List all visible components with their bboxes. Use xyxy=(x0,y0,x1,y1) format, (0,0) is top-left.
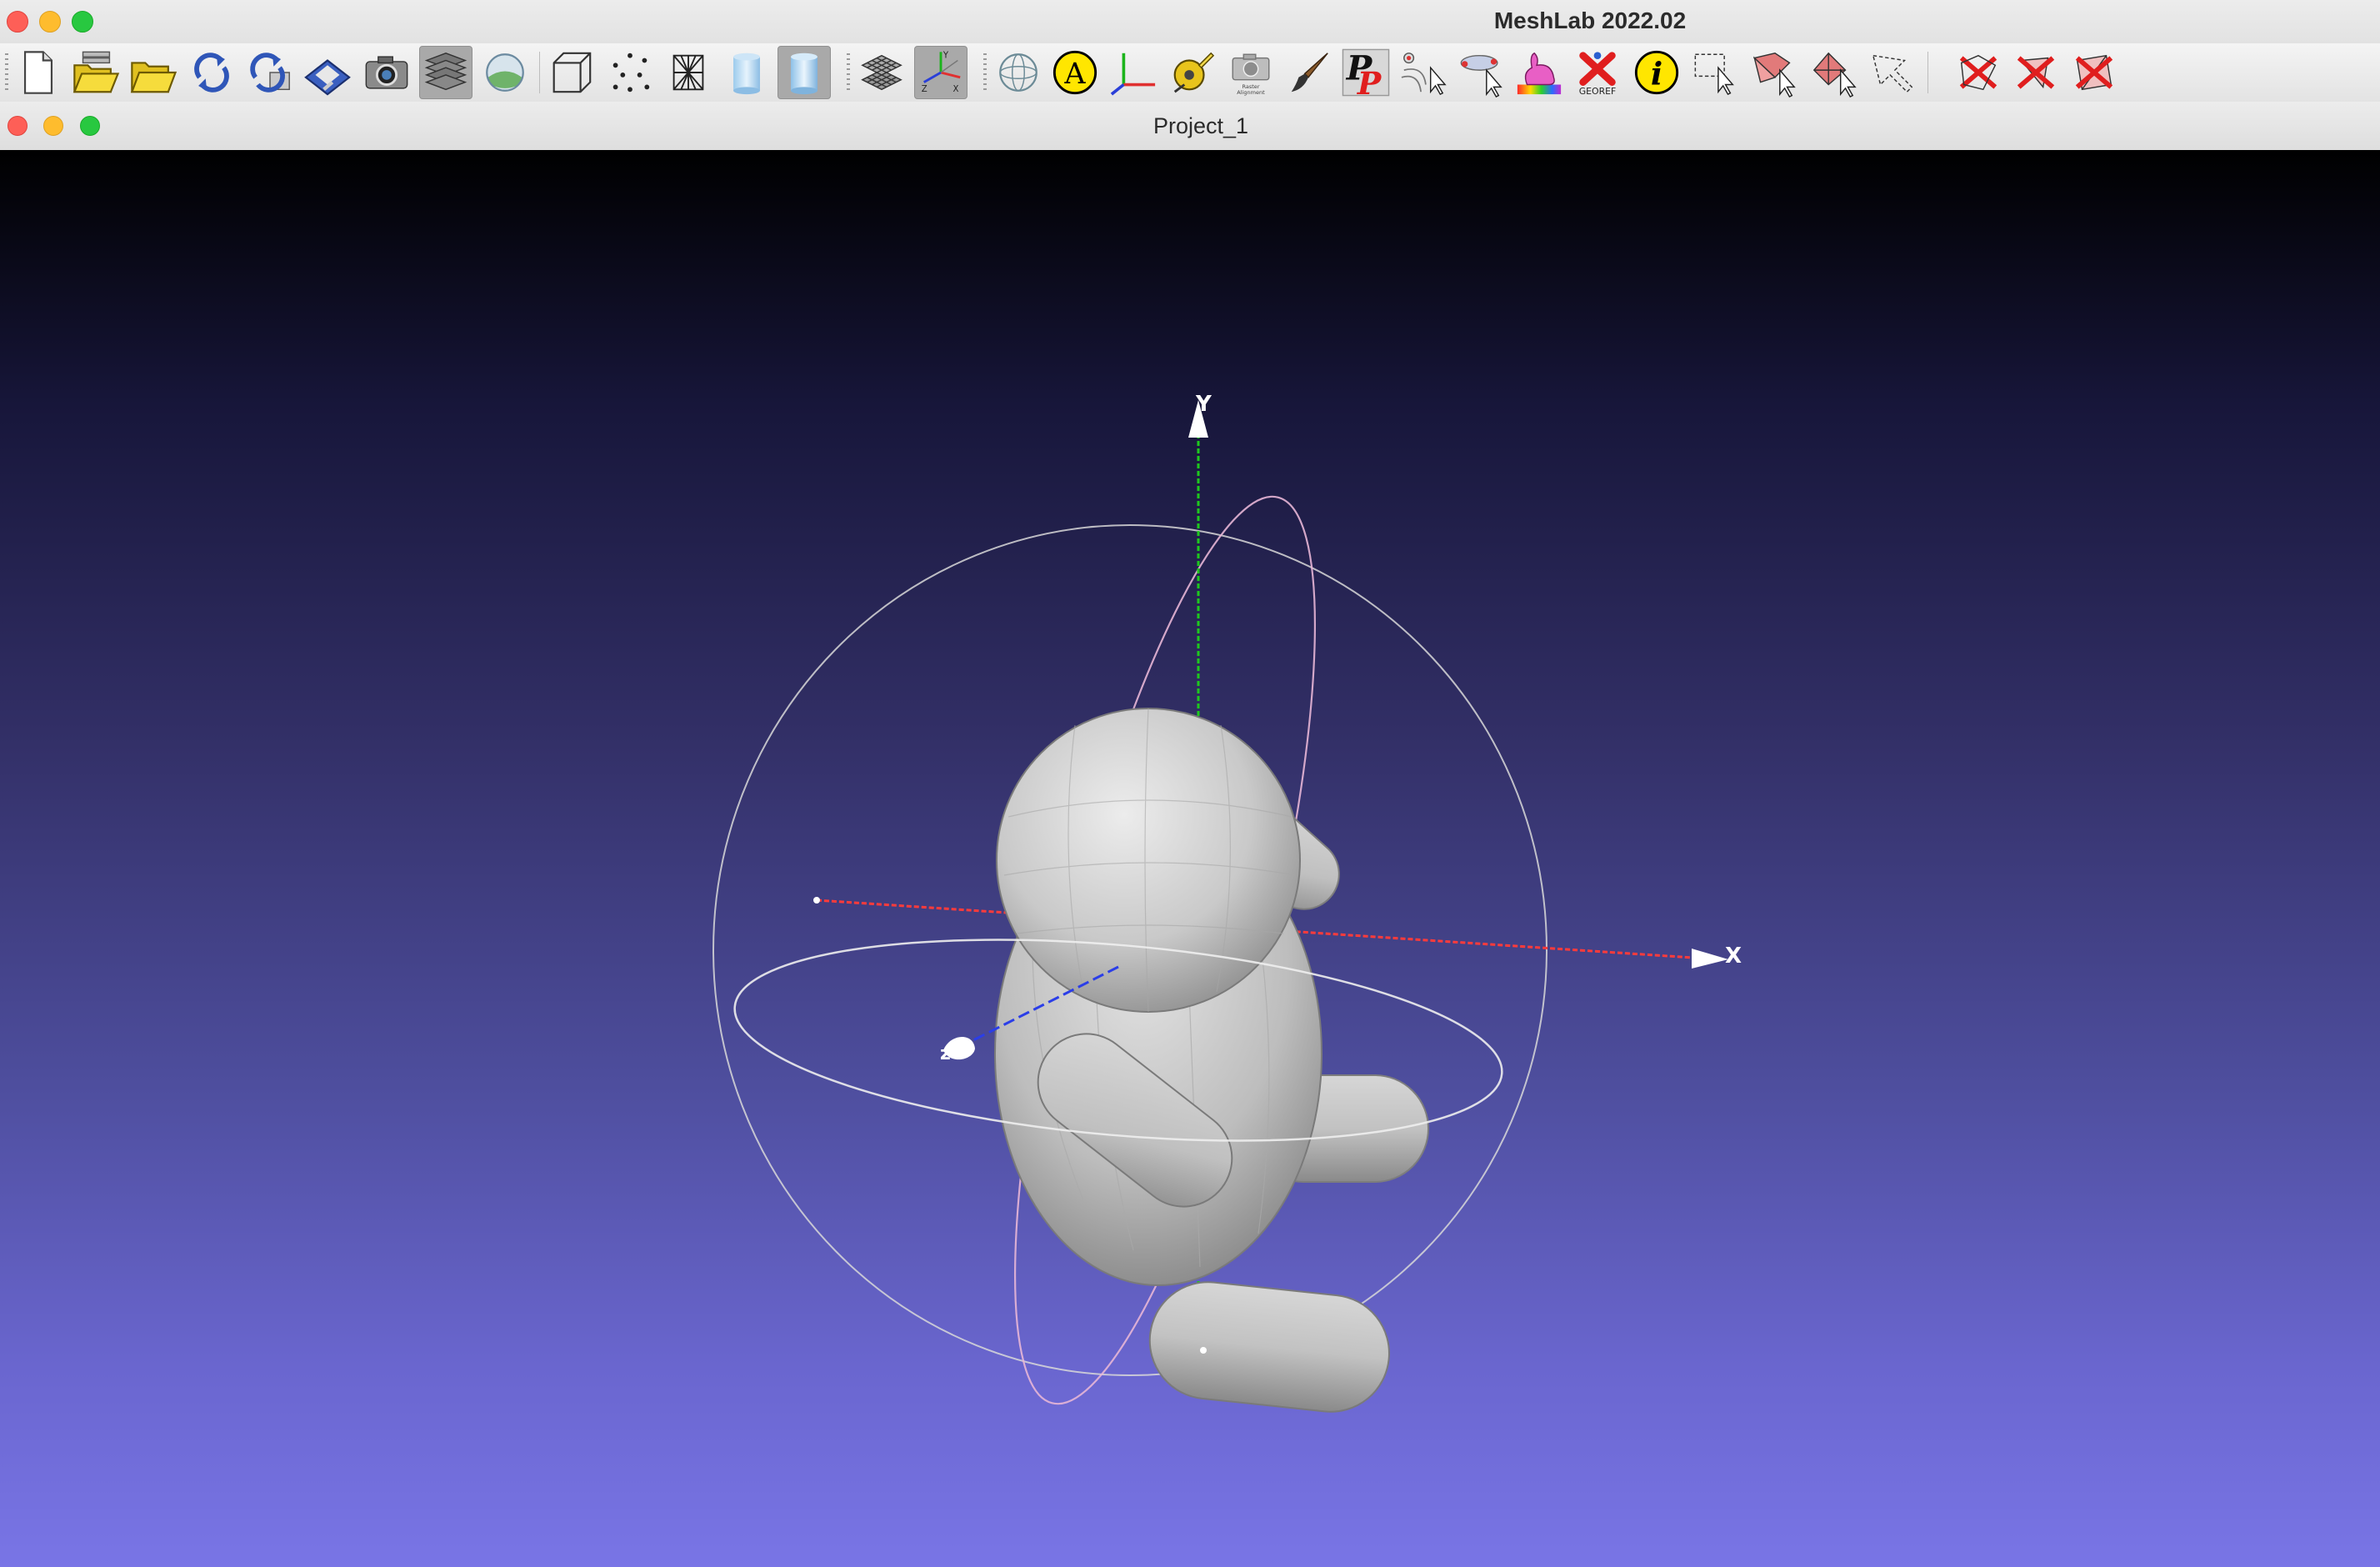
raster-alignment-button[interactable]: Raster Alignment xyxy=(1224,46,1278,99)
new-project-icon xyxy=(23,51,53,94)
grid-icon xyxy=(861,54,902,91)
sphere-button[interactable] xyxy=(992,46,1045,99)
snapshot-icon xyxy=(365,56,408,89)
meshlab-app: MeshLab 2022.02 Y Z X A Raster Alignment… xyxy=(0,0,2380,1567)
texture-bunny-button[interactable] xyxy=(1512,46,1566,99)
flat-shading-button[interactable] xyxy=(720,46,773,99)
save-button[interactable] xyxy=(301,46,354,99)
delete-vertices-icon xyxy=(1959,54,1998,91)
axes-y-label: Y xyxy=(942,52,949,61)
segment-picker-button[interactable] xyxy=(1455,46,1508,99)
import-mesh-button[interactable] xyxy=(126,46,179,99)
document-title: Project_1 xyxy=(1152,113,1249,138)
x-axis-label: X xyxy=(1725,944,1742,969)
wireframe-button[interactable] xyxy=(662,46,715,99)
paint-brush-button[interactable] xyxy=(1282,46,1335,99)
3d-viewport[interactable]: Y X z xyxy=(0,150,2380,1567)
smooth-shading-button[interactable] xyxy=(778,46,831,99)
axes-trackball-icon: Y Z X xyxy=(922,52,961,94)
select-faces-button[interactable] xyxy=(1748,46,1802,99)
point-picker-button[interactable] xyxy=(1397,46,1450,99)
app-title: MeshLab 2022.02 xyxy=(1493,8,1687,33)
new-project-button[interactable] xyxy=(12,46,65,99)
info-button[interactable]: i xyxy=(1630,46,1683,99)
reload-all-button[interactable] xyxy=(243,46,297,99)
select-pointer-icon xyxy=(1872,54,1913,93)
raster-alignment-icon: Raster Alignment xyxy=(1232,53,1270,96)
toolbar-separator xyxy=(539,52,540,93)
georef-icon: GEOREF xyxy=(1579,52,1616,97)
align-button[interactable] xyxy=(1107,46,1160,99)
info-letter: i xyxy=(1651,56,1662,93)
select-faces-icon xyxy=(1752,53,1796,98)
delete-faces-button[interactable] xyxy=(2009,46,2062,99)
segment-picker-icon xyxy=(1460,54,1502,98)
paint-brush-icon xyxy=(1291,53,1328,93)
mesh-model[interactable] xyxy=(994,708,1429,1418)
points-button[interactable] xyxy=(603,46,657,99)
annotation-icon: A xyxy=(1052,50,1098,95)
y-axis-label: Y xyxy=(1196,392,1212,417)
axes-x-label: X xyxy=(953,85,959,94)
georef-button[interactable]: GEOREF xyxy=(1571,46,1624,99)
axes-trackball-button[interactable]: Y Z X xyxy=(914,46,968,99)
import-mesh-icon xyxy=(130,62,178,93)
select-vertices-button[interactable] xyxy=(1689,46,1742,99)
measure-tape-button[interactable] xyxy=(1165,46,1218,99)
texture-bunny-icon xyxy=(1517,52,1562,95)
raster-alignment-label: Raster Alignment xyxy=(1237,83,1265,96)
points-icon xyxy=(612,53,650,93)
pickpoints-button[interactable]: P P xyxy=(1339,46,1392,102)
scene-canvas[interactable] xyxy=(0,150,2380,1567)
align-icon xyxy=(1110,53,1156,96)
layers-button[interactable] xyxy=(419,46,472,99)
reload-button[interactable] xyxy=(185,46,238,99)
wireframe-icon xyxy=(672,54,704,91)
delete-faces-vertices-button[interactable] xyxy=(2068,46,2121,99)
z-axis-label: z xyxy=(940,1044,951,1064)
document-title-bar: Project_1 xyxy=(0,102,2380,151)
select-connected-icon xyxy=(1812,52,1857,98)
open-project-icon xyxy=(72,51,120,93)
toolbar-grip[interactable] xyxy=(983,53,987,92)
smooth-shading-icon xyxy=(791,53,818,95)
sphere-icon xyxy=(999,53,1038,92)
georef-label: GEOREF xyxy=(1579,86,1616,97)
reload-icon xyxy=(194,53,229,93)
pickpoints-icon: P P xyxy=(1342,48,1390,102)
measure-tape-icon xyxy=(1173,52,1215,93)
select-connected-button[interactable] xyxy=(1807,46,1860,99)
select-pointer-button[interactable] xyxy=(1866,46,1919,99)
pickpoints-letter-red: P xyxy=(1357,65,1382,102)
toolbar-grip[interactable] xyxy=(5,53,8,92)
raster-view-icon xyxy=(486,53,524,92)
toolbar-grip[interactable] xyxy=(847,53,850,92)
annotation-button[interactable]: A xyxy=(1048,46,1102,99)
main-title-bar: MeshLab 2022.02 xyxy=(0,0,2380,44)
reload-all-icon xyxy=(250,53,290,93)
delete-faces-icon xyxy=(2017,56,2055,89)
select-vertices-icon xyxy=(1694,53,1734,96)
main-toolbar: Y Z X A Raster Alignment P P GEOREF i xyxy=(0,43,2380,103)
delete-faces-vertices-icon xyxy=(2075,54,2113,91)
raster-view-button[interactable] xyxy=(478,46,532,99)
bounding-box-button[interactable] xyxy=(544,46,598,99)
bounding-box-icon xyxy=(552,52,592,93)
flat-shading-icon xyxy=(733,53,760,95)
open-project-button[interactable] xyxy=(68,46,122,99)
layers-icon xyxy=(424,53,468,91)
grid-button[interactable] xyxy=(855,46,908,99)
point-picker-icon xyxy=(1401,53,1447,96)
axes-z-label: Z xyxy=(922,85,928,94)
snapshot-button[interactable] xyxy=(360,46,413,99)
info-icon: i xyxy=(1634,50,1679,95)
delete-vertices-button[interactable] xyxy=(1952,46,2005,99)
save-icon xyxy=(304,59,351,96)
annotation-letter: A xyxy=(1063,58,1086,91)
